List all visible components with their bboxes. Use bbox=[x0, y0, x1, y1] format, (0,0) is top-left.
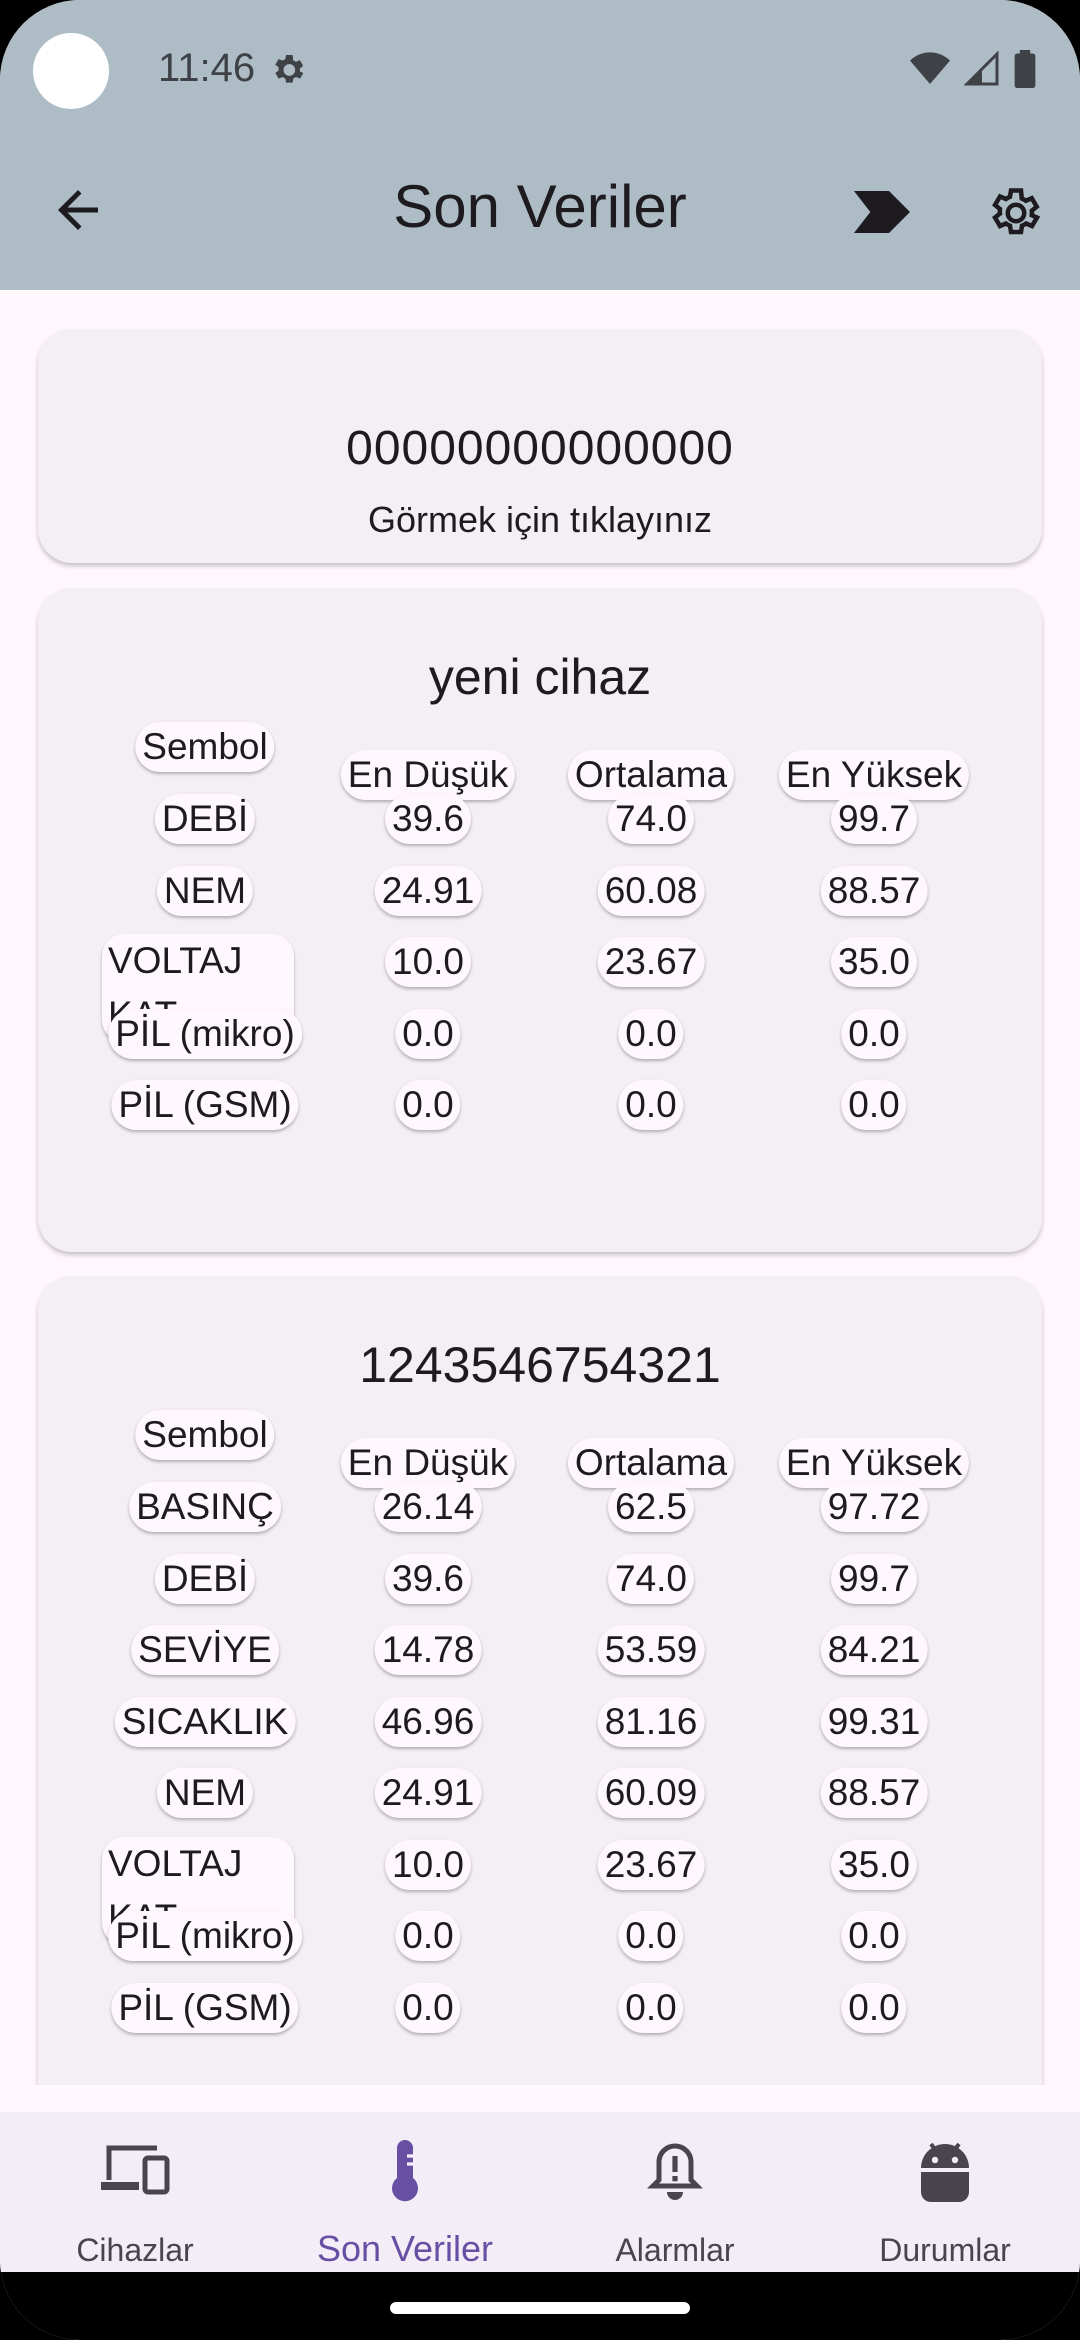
home-gesture-handle[interactable] bbox=[390, 2302, 690, 2314]
row-min-value: 10.0 bbox=[384, 937, 472, 987]
row-avg-value: 74.0 bbox=[607, 794, 695, 844]
column-header-min: En Düşük bbox=[340, 1438, 516, 1488]
row-max-value: 88.57 bbox=[820, 1768, 928, 1818]
nav-item-durumlar[interactable]: Durumlar bbox=[810, 2112, 1080, 2272]
nav-label: Cihazlar bbox=[76, 2232, 194, 2268]
battery-icon bbox=[1014, 50, 1036, 88]
column-header-max: En Yüksek bbox=[778, 1438, 970, 1488]
row-symbol: DEBİ bbox=[154, 1553, 256, 1604]
row-symbol: PİL (GSM) bbox=[111, 1080, 299, 1130]
row-symbol: PİL (mikro) bbox=[108, 1008, 302, 1059]
signal-icon bbox=[964, 51, 999, 86]
row-min-value: 0.0 bbox=[395, 1982, 461, 2033]
row-avg-value: 0.0 bbox=[618, 1008, 684, 1059]
row-symbol: SICAKLIK bbox=[114, 1696, 296, 1747]
row-min-value: 0.0 bbox=[395, 1911, 461, 1961]
nav-label: Son Veriler bbox=[316, 2228, 494, 2269]
row-avg-value: 0.0 bbox=[618, 1982, 684, 2033]
row-symbol: NEM bbox=[156, 865, 254, 916]
nav-item-alarmlar[interactable]: Alarmlar bbox=[540, 2112, 810, 2272]
row-min-value: 46.96 bbox=[374, 1696, 482, 1747]
row-symbol: PİL (GSM) bbox=[111, 1982, 299, 2033]
nav-item-son-veriler[interactable]: Son Veriler bbox=[270, 2112, 540, 2272]
row-min-value: 0.0 bbox=[395, 1008, 461, 1059]
nav-item-cihazlar[interactable]: Cihazlar bbox=[0, 2112, 270, 2272]
row-min-value: 14.78 bbox=[374, 1625, 482, 1675]
settings-status-icon bbox=[275, 55, 304, 83]
row-avg-value: 23.67 bbox=[597, 937, 705, 987]
device-name: yeni cihaz bbox=[428, 649, 652, 705]
content-scroll[interactable]: 00000000000000 Görmek için tıklayınız ye… bbox=[0, 290, 1080, 2085]
column-header-min: En Düşük bbox=[340, 750, 516, 800]
device-card[interactable]: 1243546754321 Sembol En Düşük Ortalama En Yü… bbox=[38, 1276, 1042, 2085]
column-header-avg: Ortalama bbox=[567, 750, 735, 800]
row-avg-value: 23.67 bbox=[597, 1839, 705, 1890]
row-avg-value: 53.59 bbox=[597, 1625, 705, 1675]
wifi-icon bbox=[910, 52, 950, 84]
row-max-value: 99.7 bbox=[830, 794, 918, 844]
nav-label: Durumlar bbox=[879, 2232, 1011, 2268]
row-symbol: SEVİYE bbox=[131, 1625, 279, 1675]
status-time: 11:46 bbox=[158, 46, 256, 90]
row-min-value: 24.91 bbox=[374, 1768, 482, 1818]
device-id: 00000000000000 bbox=[346, 422, 734, 475]
column-header-symbol: Sembol bbox=[135, 722, 275, 772]
tap-hint: Görmek için tıklayınız bbox=[367, 499, 713, 540]
row-max-value: 35.0 bbox=[830, 937, 918, 987]
settings-gear-icon[interactable] bbox=[984, 183, 1044, 243]
app-bar: 11:46 Son Veriler bbox=[0, 0, 1080, 290]
row-symbol: DEBİ bbox=[154, 794, 256, 844]
device-id-card[interactable]: 00000000000000 Görmek için tıklayınız bbox=[38, 329, 1042, 563]
row-max-value: 0.0 bbox=[841, 1911, 907, 1961]
row-min-value: 10.0 bbox=[384, 1839, 472, 1890]
camera-cutout bbox=[33, 33, 109, 109]
row-min-value: 26.14 bbox=[374, 1482, 482, 1532]
screen: 11:46 Son Veriler 00000000000000 Görmek … bbox=[0, 0, 1080, 2340]
bottom-navigation: Cihazlar Son Veriler Alarmlar Durumlar bbox=[0, 2112, 1080, 2272]
row-symbol: NEM bbox=[156, 1768, 254, 1818]
device-name: 1243546754321 bbox=[359, 1337, 721, 1393]
row-avg-value: 60.09 bbox=[597, 1768, 705, 1818]
alarm-bell-icon bbox=[647, 2143, 703, 2200]
row-avg-value: 74.0 bbox=[607, 1553, 695, 1604]
row-symbol: PİL (mikro) bbox=[108, 1911, 302, 1961]
row-avg-value: 62.5 bbox=[607, 1482, 695, 1532]
row-max-value: 35.0 bbox=[830, 1839, 918, 1890]
row-min-value: 0.0 bbox=[395, 1080, 461, 1130]
nav-label: Alarmlar bbox=[615, 2232, 735, 2268]
row-max-value: 99.31 bbox=[820, 1696, 928, 1747]
row-max-value: 97.72 bbox=[820, 1482, 928, 1532]
row-max-value: 99.7 bbox=[830, 1553, 918, 1604]
status-icons bbox=[910, 50, 1036, 88]
row-avg-value: 81.16 bbox=[597, 1696, 705, 1747]
row-max-value: 0.0 bbox=[841, 1080, 907, 1130]
row-symbol: BASINÇ bbox=[129, 1482, 281, 1532]
row-max-value: 84.21 bbox=[820, 1625, 928, 1675]
column-header-max: En Yüksek bbox=[778, 750, 970, 800]
column-header-avg: Ortalama bbox=[567, 1438, 735, 1488]
row-avg-value: 60.08 bbox=[597, 865, 705, 916]
row-max-value: 0.0 bbox=[841, 1008, 907, 1059]
row-avg-value: 0.0 bbox=[618, 1911, 684, 1961]
row-min-value: 39.6 bbox=[384, 794, 472, 844]
thermometer-icon bbox=[392, 2140, 418, 2202]
label-tag-icon[interactable] bbox=[854, 188, 910, 236]
row-min-value: 24.91 bbox=[374, 865, 482, 916]
page-title: Son Veriler bbox=[393, 173, 687, 240]
row-avg-value: 0.0 bbox=[618, 1080, 684, 1130]
row-max-value: 0.0 bbox=[841, 1982, 907, 2033]
row-max-value: 88.57 bbox=[820, 865, 928, 916]
devices-icon bbox=[101, 2145, 170, 2195]
device-card[interactable]: yeni cihaz Sembol En Düşük Ortalama En Yükse… bbox=[38, 588, 1042, 1252]
column-header-symbol: Sembol bbox=[135, 1410, 275, 1460]
row-min-value: 39.6 bbox=[384, 1553, 472, 1604]
android-icon bbox=[921, 2142, 969, 2202]
